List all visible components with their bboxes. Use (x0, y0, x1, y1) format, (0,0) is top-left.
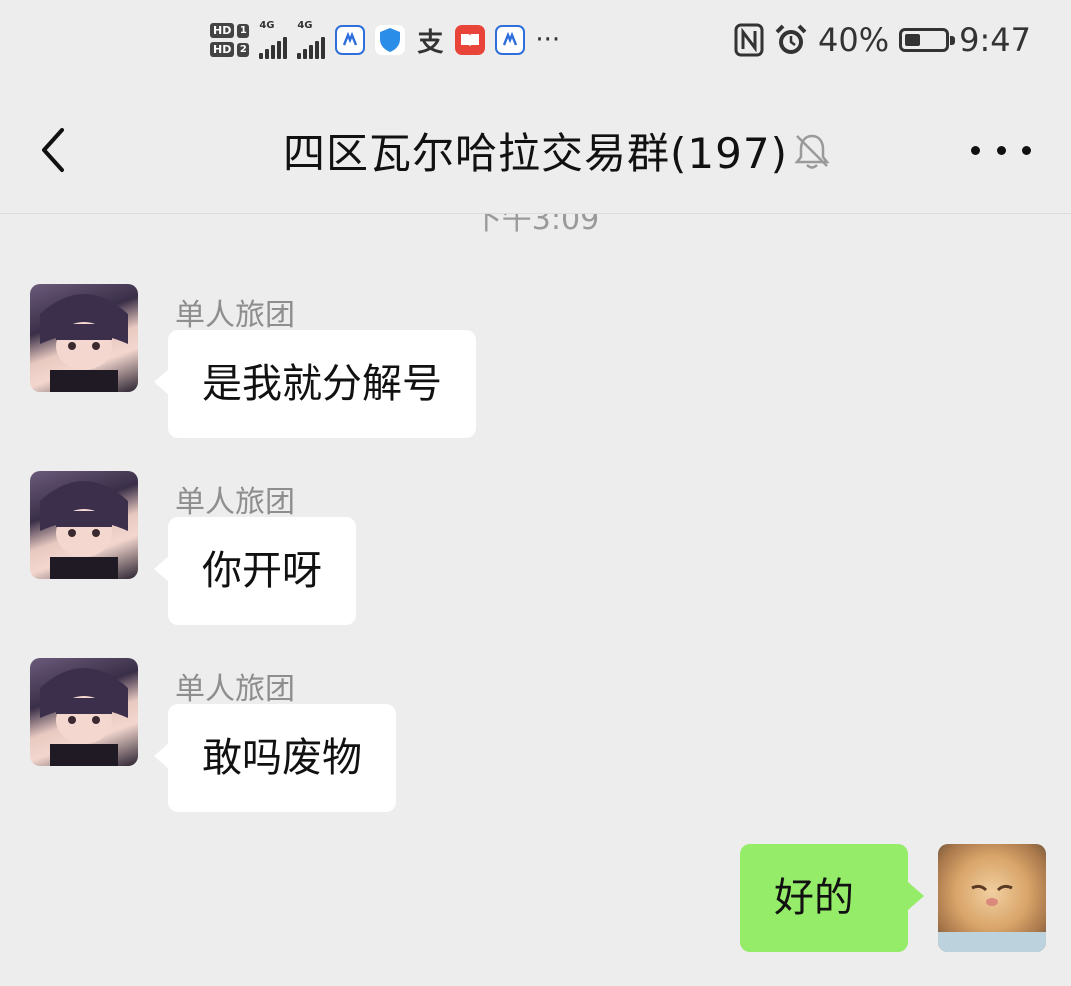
signal-4g-label: 4G (259, 20, 275, 31)
app-icon (335, 25, 366, 55)
avatar[interactable] (30, 471, 138, 579)
hd1-badge: HD (210, 23, 235, 38)
signal-icon: 4G (259, 20, 288, 59)
status-right-icons: 40% 9:47 (734, 18, 1031, 62)
sender-name: 单人旅团 (175, 672, 295, 707)
battery-level (905, 34, 921, 46)
chat-title: 四区瓦尔哈拉交易群(197) (283, 129, 788, 178)
shield-app-icon (375, 25, 406, 55)
message-timestamp: 下午3:09 (471, 214, 600, 237)
book-app-icon (455, 25, 486, 55)
hd-icon: HD 1 HD 2 (210, 23, 250, 57)
signal-4g-label: 4G (297, 20, 313, 31)
hd1-number: 1 (237, 23, 250, 38)
hd2-number: 2 (237, 42, 250, 57)
clock: 9:47 (959, 21, 1031, 59)
avatar[interactable] (938, 844, 1046, 952)
mute-bell-icon (794, 134, 830, 169)
sender-name: 单人旅团 (175, 298, 295, 333)
message-bubble[interactable]: 好的 (740, 844, 924, 952)
hd2-badge: HD (210, 42, 235, 57)
message-bubble[interactable]: 你开呀 (154, 517, 356, 625)
avatar[interactable] (30, 284, 138, 392)
message-bubble[interactable]: 是我就分解号 (154, 330, 476, 438)
nfc-icon (734, 23, 764, 57)
avatar[interactable] (30, 658, 138, 766)
more-dots-icon[interactable] (971, 132, 1031, 168)
chat-header: 四区瓦尔哈拉交易群(197) (0, 82, 1071, 214)
status-bar: HD 1 HD 2 4G 4G 支 ··· 40% 9:47 (0, 0, 1071, 82)
alarm-icon (775, 24, 807, 54)
sender-name: 单人旅团 (175, 485, 295, 520)
battery-icon (899, 28, 956, 52)
more-notifications-icon: ··· (535, 25, 561, 55)
status-left-icons: HD 1 HD 2 4G 4G 支 ··· (210, 10, 560, 70)
partial-sender-name (30, 974, 140, 986)
message-list[interactable]: 下午3:09 单人旅团 是我就分解号 单人旅团 你开呀 单人旅团 敢吗废物 好的 (0, 214, 1071, 986)
app-icon (495, 25, 526, 55)
message-bubble[interactable]: 敢吗废物 (154, 704, 396, 812)
battery-percent: 40% (818, 21, 890, 59)
alipay-icon: 支 (417, 27, 444, 58)
signal-icon: 4G (297, 20, 326, 59)
